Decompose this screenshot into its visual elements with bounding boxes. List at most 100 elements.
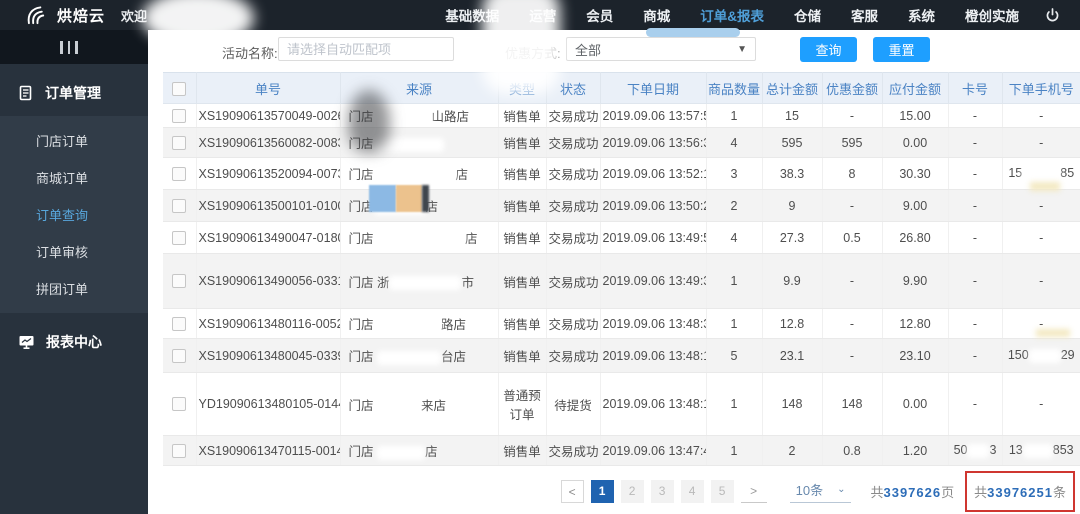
cell-checkbox <box>163 157 197 190</box>
nav-item[interactable]: 橙创实施 <box>965 5 1019 25</box>
cell-type: 销售单 <box>498 308 547 339</box>
row-checkbox[interactable] <box>172 316 187 331</box>
cell-total-amount: 12.8 <box>762 308 823 339</box>
brand: 烘焙云 欢迎 <box>0 5 147 26</box>
table-row: XS19090613470115-0014 门店 店销售单 交易成功 2019.09.… <box>163 435 1080 466</box>
cell-payable-amount: 0.00 <box>882 372 949 436</box>
cell-phone: - <box>1002 308 1080 339</box>
sidebar-collapse-icon[interactable] <box>0 30 148 64</box>
sidebar-section-order-management[interactable]: 订单管理 <box>0 64 148 116</box>
cell-order-no: YD19090613480105-0144 <box>196 372 341 436</box>
discount-method-label: 优惠方式: <box>505 46 561 61</box>
row-checkbox[interactable] <box>172 108 187 123</box>
cell-date: 2019.09.06 13:47:47 <box>600 435 707 466</box>
cell-discount-amount: 595 <box>822 127 883 158</box>
cell-status: 交易成功 <box>546 308 601 339</box>
cell-quantity: 1 <box>706 253 763 309</box>
sidebar-section-report-center[interactable]: 报表中心 <box>0 313 148 365</box>
cell-date: 2019.09.06 13:49:56 <box>600 221 707 254</box>
column-header: 优惠金额 <box>822 72 883 104</box>
row-checkbox[interactable] <box>172 198 187 213</box>
cell-phone: 13 853 <box>1002 435 1080 466</box>
sidebar-item[interactable]: 订单查询 <box>0 196 148 233</box>
page-button[interactable]: 5 <box>710 479 734 503</box>
page-button[interactable]: 4 <box>680 479 704 503</box>
cell-date: 2019.09.06 13:52:18 <box>600 157 707 190</box>
sidebar-item[interactable]: 拼团订单 <box>0 270 148 307</box>
sidebar-item[interactable]: 门店订单 <box>0 122 148 159</box>
cell-card-no: - <box>948 103 1003 128</box>
cell-status: 交易成功 <box>546 189 601 222</box>
cell-source: 门店店 <box>340 189 499 222</box>
nav-item[interactable]: 运营 <box>529 5 556 25</box>
select-value: 全部 <box>575 42 602 58</box>
row-checkbox[interactable] <box>172 274 187 289</box>
redaction-blur <box>373 137 444 152</box>
cell-phone: - <box>1002 127 1080 158</box>
sidebar-item[interactable]: 商城订单 <box>0 159 148 196</box>
row-checkbox[interactable] <box>172 166 187 181</box>
cell-phone: - <box>1002 103 1080 128</box>
cell-phone: - <box>1002 189 1080 222</box>
cell-quantity: 2 <box>706 189 763 222</box>
cell-card-no: - <box>948 253 1003 309</box>
row-checkbox[interactable] <box>172 348 187 363</box>
cell-type: 销售单 <box>498 338 547 373</box>
cell-quantity: 1 <box>706 308 763 339</box>
cell-status: 交易成功 <box>546 338 601 373</box>
page-button[interactable]: 2 <box>620 479 644 503</box>
cell-phone: - <box>1002 372 1080 436</box>
cell-card-no: - <box>948 308 1003 339</box>
cell-payable-amount: 9.00 <box>882 189 949 222</box>
discount-method-select[interactable]: 全部 ▼ <box>566 37 756 61</box>
nav-item[interactable]: 基础数据 <box>445 5 499 25</box>
redaction-blur <box>389 276 462 291</box>
cell-source: 门店 路店 <box>340 308 499 339</box>
nav-item[interactable]: 会员 <box>586 5 613 25</box>
cell-discount-amount: - <box>822 338 883 373</box>
row-checkbox[interactable] <box>172 443 187 458</box>
row-checkbox[interactable] <box>172 230 187 245</box>
cell-card-no: - <box>948 338 1003 373</box>
page-button[interactable]: 3 <box>650 479 674 503</box>
cell-quantity: 3 <box>706 157 763 190</box>
row-checkbox[interactable] <box>172 397 187 412</box>
nav-item[interactable]: 仓储 <box>794 5 821 25</box>
chevron-down-icon: ▼ <box>737 43 747 55</box>
column-header: 来源 <box>340 72 499 104</box>
page-button[interactable]: 1 <box>590 479 614 503</box>
nav-item[interactable]: 订单&报表 <box>700 5 764 25</box>
cell-payable-amount: 12.80 <box>882 308 949 339</box>
nav-item[interactable]: 客服 <box>851 5 878 25</box>
cell-order-no: XS19090613490056-0331 <box>196 253 341 309</box>
cell-card-no: - <box>948 189 1003 222</box>
cell-status: 交易成功 <box>546 103 601 128</box>
activity-name-input[interactable] <box>278 37 454 61</box>
redaction-blur <box>376 399 421 414</box>
top-bar: 烘焙云 欢迎 基础数据 运营 会员 商城 订单&报表 仓储 客服 系统 橙创实施 <box>0 0 1080 30</box>
nav-item[interactable]: 系统 <box>908 5 935 25</box>
column-header: 类型 <box>498 72 547 104</box>
column-header: 商品数量 <box>706 72 763 104</box>
power-icon[interactable] <box>1045 7 1060 23</box>
cell-source: 门店 店 <box>340 435 499 466</box>
reset-button[interactable]: 重置 <box>873 37 930 62</box>
sidebar-item[interactable]: 订单审核 <box>0 233 148 270</box>
prev-page-button[interactable]: < <box>560 479 584 503</box>
select-all-checkbox[interactable] <box>172 81 187 96</box>
cell-total-amount: 27.3 <box>762 221 823 254</box>
nav-item[interactable]: 商城 <box>643 5 670 25</box>
cell-quantity: 1 <box>706 372 763 436</box>
orders-table-wrap: 单号 来源 类型 状态 下单日期 商品数量 总计金额 优惠金额 应付金额 卡号 下单手机号 XS19… <box>163 72 1080 466</box>
cell-phone: - <box>1002 253 1080 309</box>
cell-checkbox <box>163 435 197 466</box>
page-size-select[interactable]: 10条 ⌄ <box>789 480 852 503</box>
row-checkbox[interactable] <box>172 135 187 150</box>
cell-date: 2019.09.06 13:48:14 <box>600 372 707 436</box>
cell-payable-amount: 15.00 <box>882 103 949 128</box>
search-button[interactable]: 查询 <box>800 37 857 62</box>
chevron-down-icon: ⌄ <box>837 483 846 495</box>
next-page-button[interactable]: > <box>740 480 767 503</box>
cell-order-no: XS19090613500101-0100 <box>196 189 341 222</box>
redaction-blur <box>376 445 425 460</box>
